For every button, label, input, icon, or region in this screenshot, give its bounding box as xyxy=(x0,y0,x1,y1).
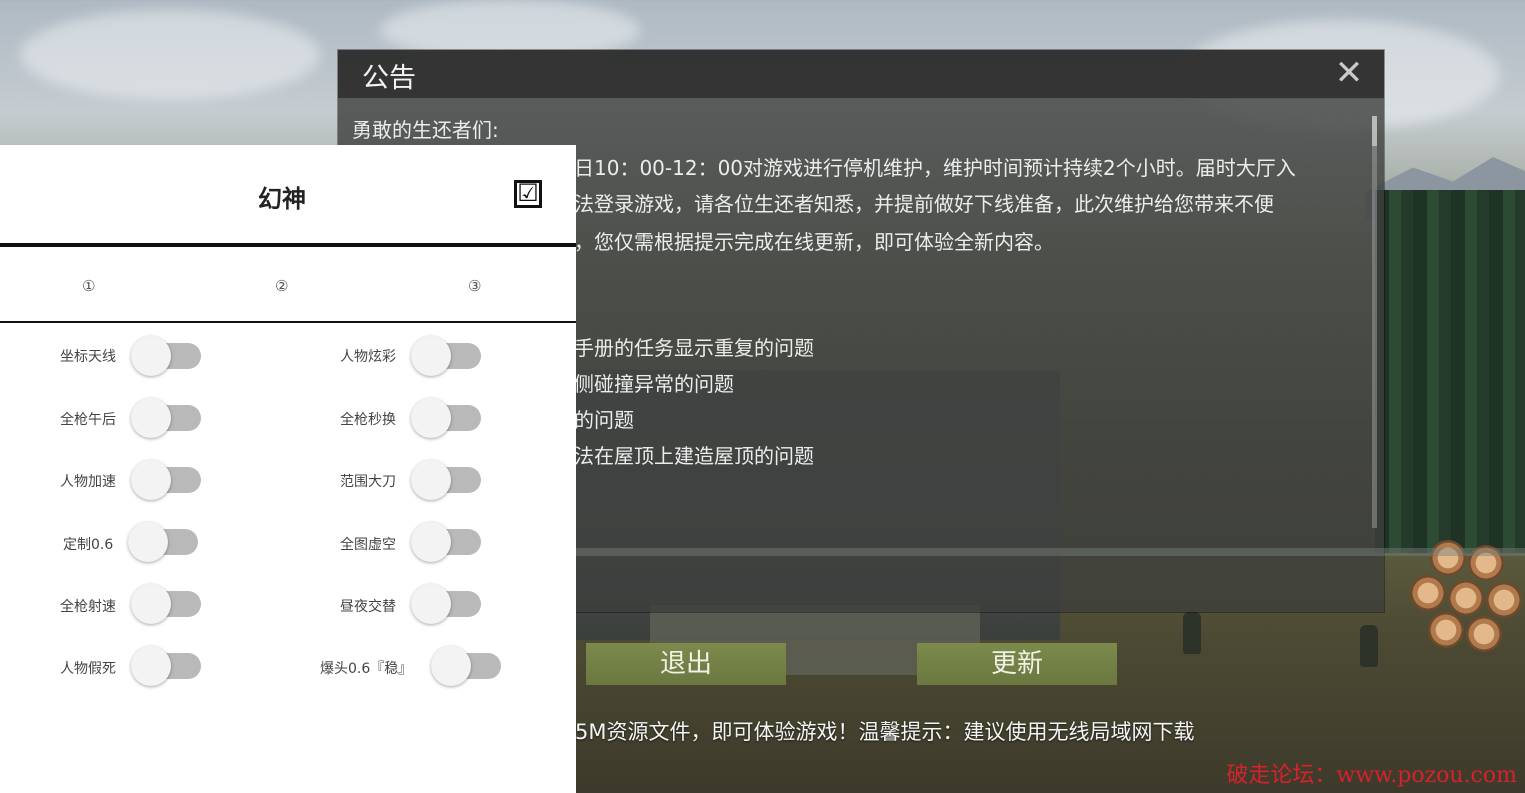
announcement-line: 勇敢的生还者们: xyxy=(352,118,499,142)
toggle-knob xyxy=(131,460,171,500)
download-tip: 5M资源文件，即可体验游戏！温馨提示：建议使用无线局域网下载 xyxy=(575,720,1195,744)
scrollbar-thumb[interactable] xyxy=(1372,116,1377,146)
option-label: 全枪午后 xyxy=(60,412,116,428)
option-label: 定制0.6 xyxy=(63,537,114,553)
toggle-knob xyxy=(411,336,451,376)
option-label: 人物加速 xyxy=(60,474,116,490)
log xyxy=(1410,575,1446,611)
worker-figure xyxy=(1360,625,1378,667)
toggle-switch[interactable] xyxy=(411,460,481,500)
announcement-divider xyxy=(574,548,1525,556)
announcement-header: 公告 ✕ xyxy=(338,50,1384,99)
tab-2[interactable]: ② xyxy=(275,277,288,295)
toggle-switch[interactable] xyxy=(131,336,201,376)
toggle-switch[interactable] xyxy=(411,522,481,562)
toggle-switch[interactable] xyxy=(431,646,501,686)
option-label: 坐标天线 xyxy=(60,349,116,365)
close-icon[interactable]: ✕ xyxy=(1332,56,1366,90)
toggle-switch[interactable] xyxy=(128,522,198,562)
log xyxy=(1466,616,1502,652)
panel-title: 幻神 xyxy=(258,185,306,213)
tabs-divider xyxy=(0,321,576,323)
cloud xyxy=(20,10,320,100)
toggle-switch[interactable] xyxy=(411,336,481,376)
toggle-knob xyxy=(131,336,171,376)
announcement-line: ，您仅需根据提示完成在线更新，即可体验全新内容。 xyxy=(574,230,1054,254)
announcement-title: 公告 xyxy=(362,63,416,94)
announcement-line: 侧碰撞异常的问题 xyxy=(574,372,734,396)
announcement-line: 日10：00-12：00对游戏进行停机维护，维护时间预计持续2个小时。届时大厅入 xyxy=(574,156,1296,180)
toggle-knob xyxy=(128,522,168,562)
toggle-knob xyxy=(131,584,171,624)
toggle-switch[interactable] xyxy=(411,398,481,438)
exit-button[interactable]: 退出 xyxy=(586,643,786,685)
announcement-line: 的问题 xyxy=(574,408,634,432)
option-label: 昼夜交替 xyxy=(340,599,396,615)
announcement-line: 法登录游戏，请各位生还者知悉，并提前做好下线准备，此次维护给您带来不便 xyxy=(574,192,1274,216)
option-label: 全枪秒换 xyxy=(340,412,396,428)
log xyxy=(1486,582,1522,618)
option-label: 全图虚空 xyxy=(340,537,396,553)
worker-figure xyxy=(1183,612,1201,654)
treeline xyxy=(1375,190,1525,590)
tab-1[interactable]: ① xyxy=(82,277,95,295)
toggle-knob xyxy=(131,646,171,686)
log xyxy=(1430,540,1466,576)
toggle-knob xyxy=(411,584,451,624)
option-label: 全枪射速 xyxy=(60,599,116,615)
toggle-switch[interactable] xyxy=(131,460,201,500)
toggle-switch[interactable] xyxy=(411,584,481,624)
panel-header: 幻神 ☑ xyxy=(0,145,576,247)
announcement-line: 法在屋顶上建造屋顶的问题 xyxy=(574,444,814,468)
toggle-switch[interactable] xyxy=(131,398,201,438)
toggle-knob xyxy=(411,522,451,562)
toggle-knob xyxy=(131,398,171,438)
announcement-line: 手册的任务显示重复的问题 xyxy=(574,336,814,360)
log xyxy=(1428,612,1464,648)
toggle-switch[interactable] xyxy=(131,646,201,686)
watermark: 破走论坛：www.pozou.com xyxy=(1226,763,1517,788)
log xyxy=(1448,580,1484,616)
toggle-knob xyxy=(431,646,471,686)
announcement-scrollbar[interactable] xyxy=(1372,116,1377,528)
option-label: 人物炫彩 xyxy=(340,349,396,365)
cheat-menu-panel: 幻神 ☑ ① ② ③ 坐标天线 全枪午后 人物加速 定制0.6 全枪射速 人物假… xyxy=(0,145,576,793)
option-label: 范围大刀 xyxy=(340,474,396,490)
checkbox-icon[interactable]: ☑ xyxy=(514,180,542,208)
option-label: 爆头0.6『稳』 xyxy=(320,661,413,677)
update-button[interactable]: 更新 xyxy=(917,643,1117,685)
toggle-knob xyxy=(411,398,451,438)
toggle-switch[interactable] xyxy=(131,584,201,624)
option-label: 人物假死 xyxy=(60,661,116,677)
toggle-knob xyxy=(411,460,451,500)
tab-3[interactable]: ③ xyxy=(468,277,481,295)
